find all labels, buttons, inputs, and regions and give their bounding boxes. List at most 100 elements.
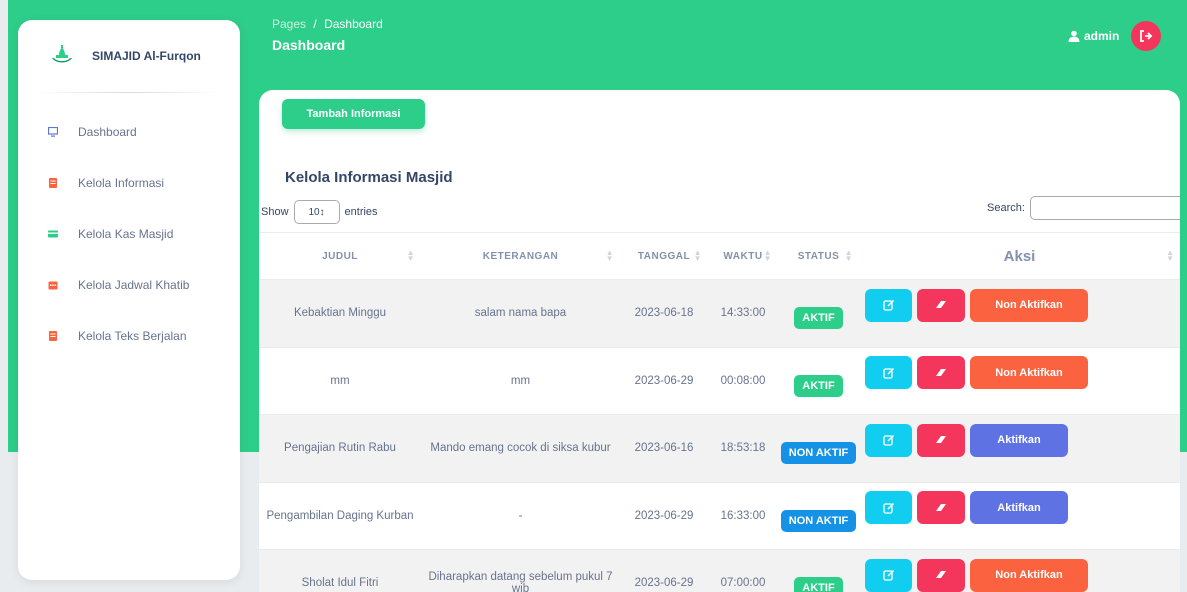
cell-judul: Pengajian Rutin Rabu <box>284 442 396 455</box>
breadcrumb: Pages / Dashboard <box>272 17 383 31</box>
edit-icon <box>882 435 894 446</box>
document-icon <box>49 330 57 341</box>
table-search: Search: <box>987 196 1180 220</box>
cell-keterangan: - <box>518 509 523 522</box>
edit-button[interactable] <box>865 356 912 390</box>
cell-tanggal: 2023-06-29 <box>634 509 694 522</box>
deactivate-button[interactable]: Non Aktifkan <box>970 356 1088 390</box>
column-header-status[interactable]: STATUS ▲ ▼ <box>778 233 859 280</box>
row-actions: Aktifkan <box>859 423 1180 457</box>
sidebar-item-kelola-kas-masjid[interactable]: Kelola Kas Masjid <box>18 208 240 259</box>
breadcrumb-separator: / <box>313 17 317 31</box>
table-row: Pengambilan Daging Kurban - 2023-06-29 1… <box>259 482 1180 550</box>
edit-icon <box>882 502 894 514</box>
eraser-icon <box>936 436 946 444</box>
cell-aksi: Aktifkan <box>859 415 1180 483</box>
information-table: JUDUL ▲ ▼ KETERANGAN ▲ ▼ TANGGAL ▲ ▼ WAKTU ▲ ▼ S… <box>259 232 1180 592</box>
user-name[interactable]: admin <box>1084 29 1119 43</box>
eraser-icon <box>936 503 946 511</box>
status-badge: AKTIF <box>794 374 843 397</box>
cell-status: AKTIF <box>778 347 859 415</box>
cell-waktu: 14:33:00 <box>720 307 766 320</box>
table-header-row: JUDUL ▲ ▼ KETERANGAN ▲ ▼ TANGGAL ▲ ▼ WAKTU ▲ ▼ S… <box>259 232 1180 280</box>
cell-keterangan: Diharapkan datang sebelum pukul 7 wib <box>428 571 613 592</box>
cell-judul: Pengambilan Daging Kurban <box>266 509 414 522</box>
column-header-judul[interactable]: JUDUL ▲ ▼ <box>259 233 421 280</box>
cell-status: NON AKTIF <box>778 415 859 483</box>
sidebar-nav: Dashboard Kelola Informasi Kelola Kas Ma… <box>18 106 240 361</box>
eraser-icon <box>936 571 946 579</box>
cell-judul: mm <box>330 374 350 387</box>
edit-icon <box>882 570 894 581</box>
sort-icon: ▲ ▼ <box>1166 248 1174 263</box>
eraser-icon <box>936 368 946 376</box>
cell-waktu: 07:00:00 <box>720 577 766 590</box>
sidebar-item-kelola-teks-berjalan[interactable]: Kelola Teks Berjalan <box>18 310 240 361</box>
cell-keterangan: mm <box>510 374 531 387</box>
cell-waktu: 18:53:18 <box>720 442 766 455</box>
edit-button[interactable] <box>865 288 912 322</box>
column-header-tanggal[interactable]: TANGGAL ▲ ▼ <box>620 233 708 280</box>
entries-select[interactable]: 10 ↕ <box>293 200 340 224</box>
brand[interactable]: SIMAJID Al-Furqon <box>18 20 240 92</box>
sidebar-item-label: Kelola Informasi <box>78 175 165 190</box>
breadcrumb-root[interactable]: Pages <box>272 17 306 31</box>
row-actions: Non Aktifkan <box>859 356 1180 390</box>
delete-button[interactable] <box>917 423 965 457</box>
search-label: Search: <box>987 202 1025 214</box>
user-area: admin <box>1068 21 1162 51</box>
cell-waktu: 16:33:00 <box>720 509 766 522</box>
cell-status: AKTIF <box>778 280 859 348</box>
activate-button[interactable]: Aktifkan <box>970 423 1068 457</box>
edit-button[interactable] <box>865 558 912 592</box>
sidebar-item-kelola-informasi[interactable]: Kelola Informasi <box>18 157 240 208</box>
edit-button[interactable] <box>865 491 912 525</box>
delete-button[interactable] <box>917 491 965 525</box>
activate-button[interactable]: Aktifkan <box>970 491 1068 525</box>
column-header-aksi[interactable]: Aksi ▲ ▼ <box>859 233 1180 280</box>
card-title: Kelola Informasi Masjid <box>285 169 453 186</box>
sidebar-item-label: Dashboard <box>78 124 137 139</box>
column-header-keterangan[interactable]: KETERANGAN ▲ ▼ <box>421 233 620 280</box>
cell-aksi: Non Aktifkan <box>859 280 1180 348</box>
entries-value: 10 <box>308 206 320 218</box>
sort-icon: ▲ ▼ <box>406 248 415 263</box>
breadcrumb-current: Dashboard <box>324 17 383 31</box>
column-header-waktu[interactable]: WAKTU ▲ ▼ <box>708 233 778 280</box>
sidebar-item-label: Kelola Kas Masjid <box>78 226 174 241</box>
status-badge: AKTIF <box>794 577 843 592</box>
sort-icon: ▲ ▼ <box>844 248 853 263</box>
cell-keterangan: Mando emang cocok di siksa kubur <box>430 442 611 455</box>
show-label: Show <box>261 206 289 218</box>
table-row: Kebaktian Minggu salam nama bapa 2023-06… <box>259 279 1180 348</box>
add-information-button[interactable]: Tambah Informasi <box>282 99 425 129</box>
status-badge: NON AKTIF <box>780 509 857 532</box>
logout-button[interactable] <box>1131 21 1162 51</box>
user-icon <box>1068 30 1080 42</box>
cell-keterangan: salam nama bapa <box>474 307 567 320</box>
delete-button[interactable] <box>917 356 965 390</box>
cell-aksi: Non Aktifkan <box>859 347 1180 415</box>
deactivate-button[interactable]: Non Aktifkan <box>970 558 1088 592</box>
table-row: Sholat Idul Fitri Diharapkan datang sebe… <box>259 549 1180 592</box>
page-title: Dashboard <box>272 37 346 53</box>
credit-card-icon <box>48 230 58 237</box>
cell-status: AKTIF <box>778 550 859 592</box>
cell-judul: Sholat Idul Fitri <box>301 577 379 590</box>
cell-tanggal: 2023-06-16 <box>634 442 694 455</box>
cell-tanggal: 2023-06-29 <box>634 577 694 590</box>
sort-arrows-icon: ↕ <box>319 206 325 218</box>
sidebar-item-kelola-jadwal-khatib[interactable]: Kelola Jadwal Khatib <box>18 259 240 310</box>
cell-tanggal: 2023-06-29 <box>634 374 694 387</box>
sidebar-item-label: Kelola Teks Berjalan <box>78 328 187 343</box>
delete-button[interactable] <box>917 288 965 322</box>
row-actions: Non Aktifkan <box>859 558 1180 592</box>
row-actions: Non Aktifkan <box>859 288 1180 322</box>
sidebar-item-dashboard[interactable]: Dashboard <box>18 106 240 157</box>
table-row: Pengajian Rutin Rabu Mando emang cocok d… <box>259 414 1180 483</box>
edit-button[interactable] <box>865 423 912 457</box>
search-input[interactable] <box>1029 196 1180 220</box>
deactivate-button[interactable]: Non Aktifkan <box>970 288 1088 322</box>
calendar-icon <box>48 281 58 289</box>
delete-button[interactable] <box>917 558 965 592</box>
